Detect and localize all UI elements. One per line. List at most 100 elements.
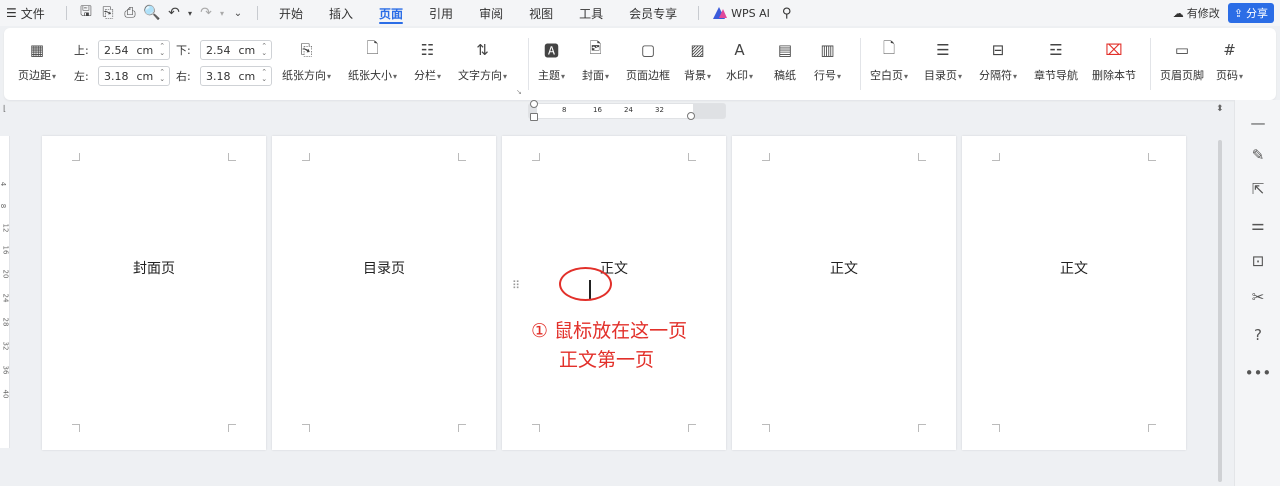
page-number-button[interactable]: # 页码▾ <box>1216 39 1243 83</box>
text-direction-label: 文字方向 <box>458 69 502 82</box>
tab-member[interactable]: 会员专享 <box>629 0 677 26</box>
tab-tools[interactable]: 工具 <box>579 0 603 26</box>
print-preview-icon[interactable]: 🔍 <box>141 5 163 21</box>
spinner-icon[interactable]: ⌃ ⌄ <box>261 43 267 57</box>
more-icon[interactable]: ••• <box>1235 364 1280 382</box>
page-corner-mark <box>762 153 770 161</box>
undo-dropdown-icon[interactable]: ▾ <box>185 9 195 18</box>
watermark-icon: A <box>734 41 745 59</box>
ruler-corner-icon[interactable]: ⌊ <box>3 104 6 113</box>
tab-view[interactable]: 视图 <box>529 0 553 26</box>
image-tool-icon[interactable]: ⊡ <box>1235 252 1280 270</box>
delete-section-label: 删除本节 <box>1092 69 1136 82</box>
collapse-icon[interactable]: — <box>1235 114 1280 132</box>
delete-section-button[interactable]: ⌧ 删除本节 <box>1092 39 1136 83</box>
chapter-nav-button[interactable]: ☲ 章节导航 <box>1034 39 1078 83</box>
page-corner-mark <box>532 153 540 161</box>
page-toc[interactable]: 目录页 <box>272 136 496 450</box>
margin-top-label: 上: <box>74 44 89 57</box>
vruler-tick: 32 <box>1 341 10 351</box>
export-pdf-icon[interactable]: ⎘ <box>97 5 119 21</box>
text-direction-button[interactable]: ⇅ 文字方向▾ <box>458 39 507 83</box>
drag-handle-icon[interactable]: ⠿ <box>512 280 522 291</box>
spinner-icon[interactable]: ⌃ ⌄ <box>159 69 165 83</box>
margin-bottom-input[interactable]: 2.54 cm ⌃ ⌄ <box>200 40 272 60</box>
vertical-scrollbar[interactable]: ⬍ <box>1214 104 1226 486</box>
select-arrow-icon[interactable]: ⇱ <box>1235 180 1280 198</box>
line-number-button[interactable]: ▥ 行号▾ <box>814 39 841 83</box>
page-body-3[interactable]: 正文 <box>962 136 1186 450</box>
page-title: 封面页 <box>133 261 175 277</box>
print-icon[interactable]: ⎙ <box>119 5 141 21</box>
page-cover[interactable]: 封面页 <box>42 136 266 450</box>
help-icon[interactable]: ? <box>1235 326 1280 344</box>
right-indent-handle[interactable] <box>687 112 695 120</box>
tab-insert[interactable]: 插入 <box>329 0 353 26</box>
page-body-1[interactable]: 正文 <box>502 136 726 450</box>
chapter-nav-icon: ☲ <box>1049 41 1063 59</box>
tab-page[interactable]: 页面 <box>379 0 404 26</box>
search-icon[interactable]: ⚲ <box>782 6 792 21</box>
spinner-icon[interactable]: ⌃ ⌄ <box>159 43 165 57</box>
first-line-indent-handle[interactable] <box>530 100 538 108</box>
tab-references[interactable]: 引用 <box>429 0 453 26</box>
watermark-button[interactable]: A 水印▾ <box>726 39 753 83</box>
page-body-2[interactable]: 正文 <box>732 136 956 450</box>
horizontal-ruler[interactable]: 8 16 24 32 <box>529 100 725 121</box>
page-corner-mark <box>1148 424 1156 432</box>
split-view-icon[interactable]: ⬍ <box>1216 104 1224 114</box>
margin-top-input[interactable]: 2.54 cm ⌃ ⌄ <box>98 40 170 60</box>
orientation-button[interactable]: ⎘ 纸张方向▾ <box>282 39 331 83</box>
manuscript-button[interactable]: ▤ 稿纸 <box>774 39 796 83</box>
cover-button[interactable]: 🖻 封面▾ <box>582 39 609 83</box>
vertical-ruler[interactable]: 4 8 12 16 20 24 28 32 36 40 <box>0 136 10 448</box>
background-icon: ▨ <box>690 41 705 59</box>
unit-label: cm <box>136 43 154 57</box>
more-quick-access-icon[interactable]: ⌄ <box>227 8 249 19</box>
adjust-icon[interactable]: ⚌ <box>1235 216 1280 234</box>
tab-home[interactable]: 开始 <box>279 0 303 26</box>
separator-button[interactable]: ⊟ 分隔符▾ <box>979 39 1017 83</box>
wps-ai-button[interactable]: WPS AI <box>713 7 770 20</box>
watermark-label: 水印 <box>726 69 748 82</box>
pen-icon[interactable]: ✎ <box>1235 146 1280 164</box>
unit-label: cm <box>238 69 256 83</box>
blank-page-button[interactable]: 🗋 空白页▾ <box>870 39 908 83</box>
divider <box>257 6 258 20</box>
left-indent-handle[interactable] <box>530 113 538 121</box>
background-button[interactable]: ▨ 背景▾ <box>684 39 711 83</box>
header-footer-icon: ▭ <box>1174 41 1190 59</box>
undo-icon[interactable]: ↶ <box>163 5 185 21</box>
page-title: 正文 <box>600 261 628 277</box>
save-icon[interactable]: 🖫 <box>75 1 97 25</box>
theme-button[interactable]: 🅰 主题▾ <box>538 39 565 83</box>
page-border-button[interactable]: ▢ 页面边框 <box>626 39 670 83</box>
redo-icon[interactable]: ↷ <box>195 5 217 21</box>
margin-left-input[interactable]: 3.18 cm ⌃ ⌄ <box>98 66 170 86</box>
paper-size-button[interactable]: 🗋 纸张大小▾ <box>348 39 397 83</box>
vruler-tick: 8 <box>0 203 8 209</box>
toc-page-button[interactable]: ☰ 目录页▾ <box>924 39 962 83</box>
margin-bottom-value: 2.54 <box>206 43 231 57</box>
margin-top-value: 2.54 <box>104 43 129 57</box>
tools-icon[interactable]: ✂ <box>1235 288 1280 306</box>
tab-review[interactable]: 审阅 <box>479 0 503 26</box>
page-corner-mark <box>458 424 466 432</box>
dialog-launcher-icon[interactable]: ↘ <box>516 88 522 96</box>
scrollbar-track[interactable] <box>1218 140 1222 482</box>
margin-right-input[interactable]: 3.18 cm ⌃ ⌄ <box>200 66 272 86</box>
redo-dropdown-icon[interactable]: ▾ <box>217 9 227 18</box>
annotation-text-line1: ① 鼠标放在这一页 <box>531 320 688 342</box>
divider <box>860 38 861 90</box>
quick-access-toolbar: 🖫 ⎘ ⎙ 🔍 ↶ ▾ ↷ ▾ ⌄ <box>75 1 249 25</box>
columns-button[interactable]: ☷ 分栏▾ <box>414 39 441 83</box>
file-menu[interactable]: ☰ 文件 <box>6 0 58 26</box>
spinner-icon[interactable]: ⌃ ⌄ <box>261 69 267 83</box>
header-footer-button[interactable]: ▭ 页眉页脚 <box>1160 39 1204 83</box>
divider <box>528 38 529 90</box>
margins-button[interactable]: ▦ 页边距▾ <box>18 39 56 83</box>
margin-left-value: 3.18 <box>104 69 129 83</box>
modified-status[interactable]: ☁ 有修改 <box>1173 5 1220 21</box>
header-footer-label: 页眉页脚 <box>1160 69 1204 82</box>
share-button[interactable]: ⇪ 分享 <box>1227 3 1274 23</box>
